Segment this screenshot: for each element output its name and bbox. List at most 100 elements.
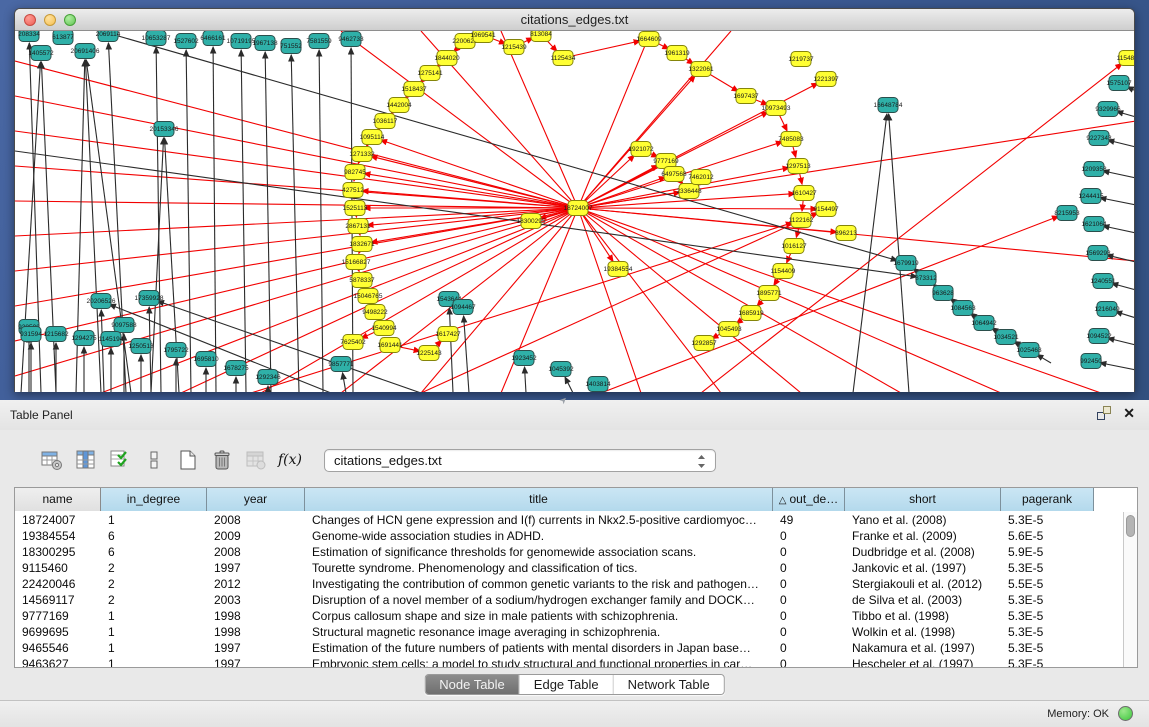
tab-node-table[interactable]: Node Table — [425, 675, 520, 694]
new-column-icon[interactable] — [176, 448, 200, 472]
graph-node[interactable]: 1832671 — [349, 237, 375, 252]
column-header-out_de[interactable]: △out_de… — [773, 488, 845, 511]
function-builder-icon[interactable]: f(x) — [278, 448, 302, 472]
graph-node[interactable]: 1697437 — [733, 89, 759, 104]
column-header-title[interactable]: title — [305, 488, 773, 511]
graph-edge[interactable] — [213, 47, 216, 392]
graph-node[interactable]: 1045493 — [716, 322, 742, 337]
graph-node[interactable]: 7625402 — [340, 335, 366, 350]
graph-node[interactable]: 1025463 — [1016, 343, 1042, 358]
graph-node[interactable]: 8215953 — [1054, 206, 1080, 221]
graph-node[interactable]: 1240551 — [1090, 274, 1116, 289]
graph-node[interactable]: 2069114 — [96, 31, 121, 42]
graph-node[interactable]: 963628 — [932, 286, 954, 301]
graph-node[interactable]: 1045392 — [548, 362, 574, 377]
graph-node[interactable]: 1094467 — [450, 300, 476, 315]
graph-edge[interactable] — [186, 50, 191, 392]
graph-node[interactable]: 1621064 — [1081, 217, 1107, 232]
graph-node[interactable]: 813084 — [530, 31, 552, 42]
table-scrollbar[interactable] — [1123, 512, 1137, 667]
graph-node[interactable]: 1540994 — [371, 321, 397, 336]
graph-node[interactable]: 1967138 — [252, 36, 278, 51]
close-window-button[interactable] — [24, 14, 36, 26]
table-row[interactable]: 946362711997Embryonic stem cells: a mode… — [15, 656, 1123, 667]
graph-node[interactable]: 1125434 — [551, 51, 576, 66]
graph-edge[interactable] — [578, 31, 651, 208]
float-panel-icon[interactable] — [1097, 406, 1111, 420]
graph-edge[interactable] — [265, 52, 271, 392]
graph-node[interactable]: 5878337 — [349, 273, 375, 288]
graph-node[interactable]: 16648784 — [874, 98, 903, 113]
graph-node[interactable]: 18300295 — [517, 214, 546, 229]
column-header-in_degree[interactable]: in_degree — [101, 488, 207, 511]
graph-node[interactable]: 20691406 — [71, 44, 100, 59]
table-row[interactable]: 969969511998Structural magnetic resonanc… — [15, 624, 1123, 640]
graph-node[interactable]: 9154497 — [813, 202, 839, 217]
graph-node[interactable]: 1405572 — [28, 46, 54, 61]
graph-edge[interactable] — [15, 131, 578, 208]
graph-edge[interactable] — [1037, 355, 1051, 363]
graph-node[interactable]: 2336448 — [676, 184, 702, 199]
table-row[interactable]: 1872400712008Changes of HCN gene express… — [15, 512, 1123, 528]
graph-node[interactable]: 1294275 — [71, 331, 97, 346]
graph-node[interactable]: 1685919 — [738, 306, 764, 321]
table-row[interactable]: 1830029562008Estimation of significance … — [15, 544, 1123, 560]
graph-node[interactable]: 1219737 — [788, 52, 814, 67]
graph-node[interactable]: 1617427 — [435, 327, 461, 342]
graph-edge[interactable] — [578, 208, 817, 209]
graph-node[interactable]: 7485083 — [778, 132, 804, 147]
graph-node[interactable]: 1442004 — [386, 98, 412, 113]
graph-node[interactable]: 1036117 — [373, 114, 398, 129]
graph-edge[interactable] — [1100, 363, 1134, 370]
graph-node[interactable]: 992450 — [1080, 354, 1102, 369]
graph-node[interactable]: 1034521 — [993, 330, 1019, 345]
graph-edge[interactable] — [1108, 338, 1134, 345]
graph-node[interactable]: 9857771 — [328, 357, 354, 372]
window-titlebar[interactable]: citations_edges.txt — [15, 9, 1134, 31]
table-row[interactable]: 1456911722003Disruption of a novel membe… — [15, 592, 1123, 608]
graph-node[interactable]: 1064942 — [971, 316, 997, 331]
graph-node[interactable]: 1244415 — [1078, 189, 1104, 204]
graph-node[interactable]: 1678275 — [223, 361, 249, 376]
column-visibility-icon[interactable] — [108, 448, 132, 472]
graph-node[interactable]: 1209358 — [1081, 162, 1107, 177]
graph-edge[interactable] — [15, 61, 578, 208]
graph-node[interactable]: 20153346 — [150, 122, 179, 137]
graph-edge[interactable] — [364, 173, 578, 208]
graph-edge[interactable] — [41, 62, 56, 392]
graph-node[interactable]: 1122162 — [789, 213, 814, 228]
row-height-icon[interactable] — [142, 448, 166, 472]
minimize-window-button[interactable] — [44, 14, 56, 26]
graph-edge[interactable] — [1100, 198, 1134, 205]
graph-node[interactable]: 1923452 — [511, 351, 537, 366]
table-scrollbar-thumb[interactable] — [1126, 515, 1135, 537]
graph-node[interactable]: 6466161 — [200, 31, 226, 46]
graph-node[interactable]: 1322061 — [688, 62, 714, 77]
graph-node[interactable]: 1664609 — [636, 32, 662, 47]
graph-edge[interactable] — [101, 310, 104, 392]
graph-edge[interactable] — [343, 373, 346, 392]
graph-node[interactable]: 15166827 — [342, 255, 371, 270]
graph-node[interactable]: 20206526 — [87, 294, 116, 309]
graph-node[interactable]: 1275141 — [417, 66, 443, 81]
table-selector-dropdown[interactable]: citations_edges.txt — [324, 449, 716, 472]
graph-node[interactable]: 613877 — [52, 31, 74, 45]
graph-edge[interactable] — [578, 208, 721, 392]
graph-node[interactable]: 1154409 — [771, 264, 796, 279]
table-row[interactable]: 911546021997Tourette syndrome. Phenomeno… — [15, 560, 1123, 576]
graph-edge[interactable] — [578, 208, 641, 392]
graph-edge[interactable] — [464, 316, 469, 392]
graph-node[interactable]: 9097588 — [111, 318, 137, 333]
column-header-short[interactable]: short — [845, 488, 1001, 511]
graph-node[interactable]: 896213 — [835, 226, 857, 241]
column-header-name[interactable]: name — [15, 488, 101, 511]
graph-node[interactable]: 1525113 — [343, 201, 368, 216]
graph-edge[interactable] — [565, 377, 573, 392]
graph-node[interactable]: 1215439 — [501, 40, 527, 55]
graph-node[interactable]: 1569293 — [1085, 246, 1111, 261]
graph-edge[interactable] — [701, 64, 1122, 392]
graph-node[interactable]: 1154808 — [1117, 51, 1134, 66]
graph-edge[interactable] — [1103, 226, 1134, 233]
graph-node[interactable]: 1679919 — [893, 256, 919, 271]
graph-node[interactable]: 1145194 — [99, 332, 124, 347]
